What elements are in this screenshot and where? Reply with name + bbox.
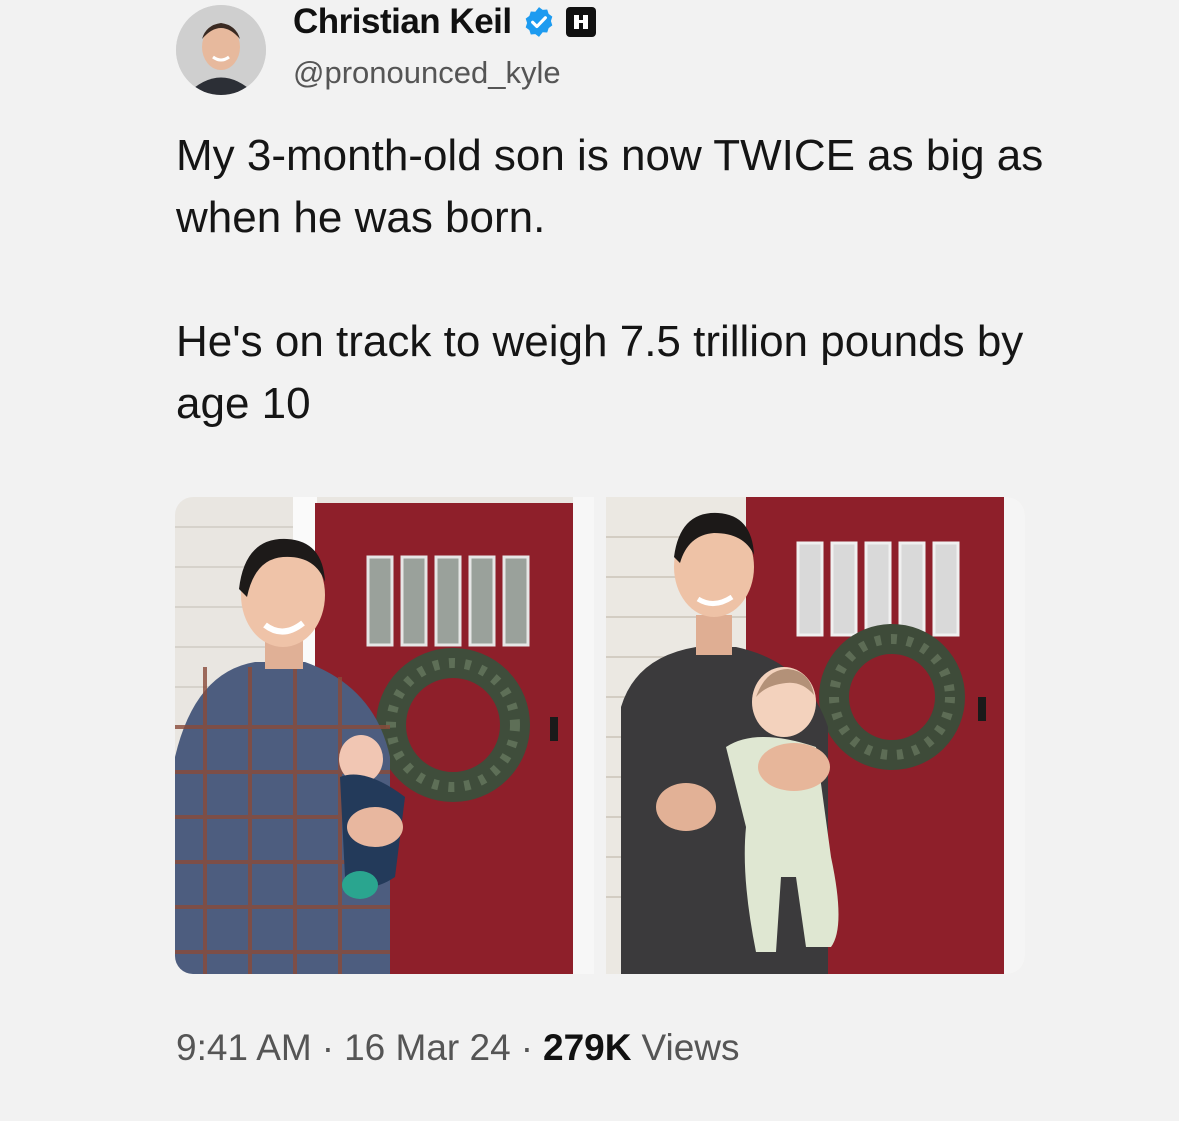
views-label: Views [641,1027,740,1068]
meta-separator: · [321,1027,335,1068]
tweet-media[interactable] [175,497,1025,974]
affiliate-badge-icon[interactable] [565,7,596,37]
author-avatar[interactable] [176,5,266,95]
views-count[interactable]: 279K [543,1027,631,1069]
media-photo-2[interactable] [606,497,1025,974]
meta-separator: · [520,1027,534,1068]
author-name-row: Christian Keil [293,2,596,42]
tweet-time[interactable]: 9:41 AM [176,1027,312,1069]
photo-man-plaid-shirt-holding-newborn [175,497,594,974]
tweet-paragraph: He's on track to weigh 7.5 trillion poun… [176,317,1024,428]
tweet-meta: 9:41 AM · 16 Mar 24 · 279K Views [176,1027,740,1069]
affiliate-logo-icon [573,15,588,29]
tweet-paragraph: My 3-month-old son is now TWICE as big a… [176,131,1044,242]
tweet-text: My 3-month-old son is now TWICE as big a… [176,125,1076,435]
author-handle[interactable]: @pronounced_kyle [293,55,561,91]
tweet-date[interactable]: 16 Mar 24 [344,1027,511,1069]
author-name[interactable]: Christian Keil [293,2,512,42]
avatar-photo-icon [176,5,266,95]
photo-man-tshirt-holding-baby [606,497,1025,974]
media-photo-1[interactable] [175,497,594,974]
verified-check-icon[interactable] [522,5,556,39]
